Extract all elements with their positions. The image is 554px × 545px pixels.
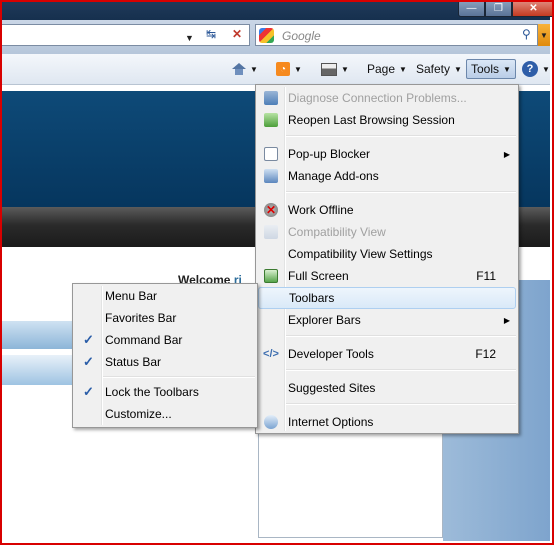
highlight-frame: [0, 0, 554, 545]
